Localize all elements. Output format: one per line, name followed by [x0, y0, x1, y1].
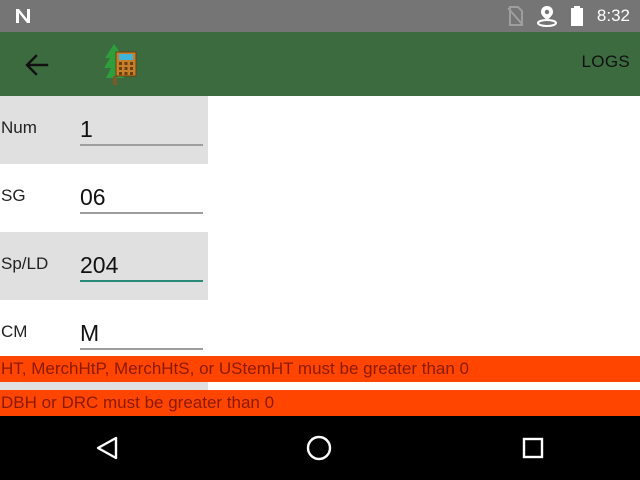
- tree-form: Num SG Sp/LD CM: [0, 96, 208, 368]
- num-label: Num: [1, 118, 37, 137]
- battery-icon: [570, 6, 583, 26]
- n-logo-icon: [16, 9, 30, 23]
- nav-back-button[interactable]: [89, 430, 125, 466]
- cm-label: CM: [1, 322, 28, 341]
- sg-label: SG: [1, 186, 26, 205]
- next-row-background: [0, 382, 208, 390]
- sg-field[interactable]: [80, 178, 203, 214]
- nav-recents-button[interactable]: [515, 430, 551, 466]
- system-nav-bar: [0, 416, 640, 480]
- logs-button[interactable]: LOGS: [582, 52, 630, 76]
- cm-field-underline: [80, 348, 203, 350]
- num-field[interactable]: [80, 110, 203, 146]
- sp-ld-label: Sp/LD: [1, 254, 49, 273]
- status-bar: 8:32: [0, 0, 640, 32]
- sg-field-underline: [80, 212, 203, 214]
- no-sim-icon: [507, 6, 523, 26]
- nav-recents-icon: [522, 437, 544, 459]
- cm-field[interactable]: [80, 314, 203, 350]
- location-pin-icon: [536, 6, 557, 27]
- app-toolbar: LOGS: [0, 32, 640, 96]
- nav-back-icon: [96, 436, 118, 460]
- sp-ld-field[interactable]: [80, 246, 203, 282]
- sp-ld-field-underline: [80, 280, 203, 282]
- error-message-dbh: DBH or DRC must be greater than 0: [0, 390, 640, 416]
- status-icons: 8:32: [507, 0, 630, 32]
- clock: 8:32: [596, 6, 630, 25]
- nav-home-icon: [306, 435, 332, 461]
- nav-home-button[interactable]: [301, 430, 337, 466]
- num-field-underline: [80, 144, 203, 146]
- num-row: Num: [0, 96, 208, 164]
- back-button[interactable]: [20, 48, 54, 82]
- tree-calculator-icon: [104, 44, 137, 85]
- sp-ld-row: Sp/LD: [0, 232, 208, 300]
- error-message-height: HT, MerchHtP, MerchHtS, or UStemHT must …: [0, 356, 640, 382]
- arrow-left-icon: [25, 54, 49, 76]
- sg-row: SG: [0, 164, 208, 232]
